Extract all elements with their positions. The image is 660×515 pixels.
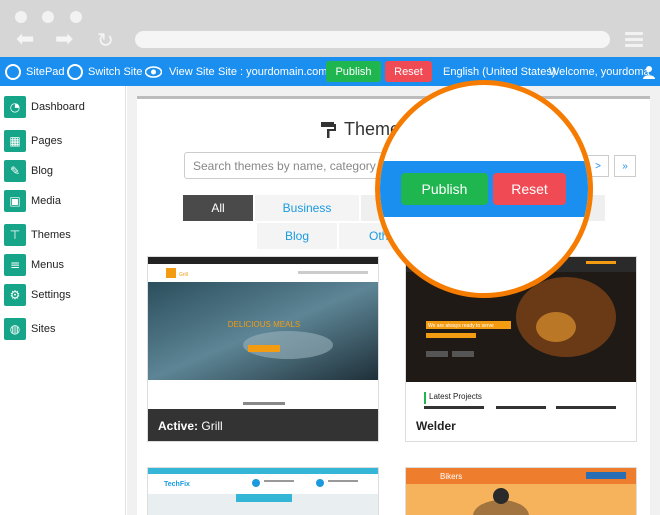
address-bar[interactable] (135, 31, 610, 48)
paint-roller-icon: ⊤ (4, 224, 26, 246)
theme-caption: Welder (406, 409, 636, 441)
eye-icon (145, 65, 162, 78)
publish-button[interactable]: Publish (326, 61, 381, 82)
media-icon: ▣ (4, 190, 26, 212)
dashboard-icon: ◔ (4, 96, 26, 118)
pages-icon: ▦ (4, 130, 26, 152)
zoomed-reset-button[interactable]: Reset (493, 173, 566, 205)
hamburger-menu-icon[interactable] (625, 32, 643, 47)
banner-text: We are always ready to serve (428, 323, 494, 329)
window-dot (42, 11, 54, 23)
window-dot (15, 11, 27, 23)
theme-card-techfix[interactable]: TechFix (147, 467, 379, 515)
active-label: Active: (158, 418, 199, 433)
sidebar-item-menus[interactable]: ≡ Menus (4, 254, 64, 276)
sidebar-item-label: Menus (31, 259, 65, 271)
menus-icon: ≡ (4, 254, 26, 276)
sidebar-item-label: Sites (31, 323, 56, 335)
sidebar-item-media[interactable]: ▣ Media (4, 190, 61, 212)
hero-text: DELICIOUS MEALS (228, 320, 300, 329)
sidebar-item-label: Pages (31, 135, 63, 147)
theme-thumbnail: TechFix (148, 468, 378, 515)
sidebar: ◔ Dashboard ▦ Pages ✎ Blog ▣ Media ⊤ The… (0, 86, 126, 515)
zoomed-publish-button[interactable]: Publish (401, 173, 488, 205)
switch-site-link[interactable]: Switch Site (67, 57, 142, 86)
tab-business[interactable]: Business (255, 195, 359, 221)
browser-chrome: ⬅ ➡ ↻ (0, 0, 660, 57)
blog-icon: ✎ (4, 160, 26, 182)
globe-icon: ◍ (4, 318, 26, 340)
view-site-label: View Site (169, 65, 215, 78)
techfix-logo-text: TechFix (164, 481, 190, 488)
sidebar-item-label: Dashboard (31, 101, 85, 113)
sidebar-item-sites[interactable]: ◍ Sites (4, 318, 55, 340)
sidebar-item-dashboard[interactable]: ◔ Dashboard (4, 96, 85, 118)
section-title: Latest Projects (429, 392, 482, 401)
theme-caption: Active: Grill (148, 409, 378, 441)
theme-thumbnail: Grill DELICIOUS MEALS (148, 257, 378, 409)
refresh-icon[interactable]: ↻ (97, 30, 114, 50)
sidebar-item-pages[interactable]: ▦ Pages (4, 130, 62, 152)
sidebar-item-label: Blog (31, 165, 54, 177)
brand-link[interactable]: SitePad (5, 57, 65, 86)
sitepad-logo-icon (5, 63, 21, 80)
site-domain: Site : yourdomain.com (218, 65, 328, 78)
view-site-link[interactable]: View Site (145, 57, 215, 86)
theme-card-bikers[interactable]: Bikers (405, 467, 637, 515)
grill-logo-text: Grill (179, 272, 188, 278)
paint-roller-icon (321, 121, 336, 138)
theme-name: Welder (416, 418, 456, 433)
sidebar-item-label: Media (31, 195, 61, 207)
sidebar-item-blog[interactable]: ✎ Blog (4, 160, 53, 182)
forward-arrow-icon[interactable]: ➡ (55, 29, 73, 51)
theme-name: Grill (201, 418, 223, 433)
reset-button[interactable]: Reset (385, 61, 432, 82)
tab-blog[interactable]: Blog (257, 223, 337, 249)
sidebar-item-label: Themes (31, 229, 71, 241)
zoom-magnifier: Publish Reset (375, 80, 593, 298)
theme-thumbnail: Bikers (406, 468, 636, 515)
theme-card-grill[interactable]: Grill DELICIOUS MEALS Active: Grill (147, 256, 379, 442)
sidebar-item-themes[interactable]: ⊤ Themes (4, 224, 71, 246)
window-dot (70, 11, 82, 23)
sidebar-item-settings[interactable]: ⚙ Settings (4, 284, 71, 306)
back-arrow-icon[interactable]: ⬅ (16, 29, 34, 51)
bikers-logo-text: Bikers (440, 472, 462, 481)
brand-label: SitePad (26, 65, 65, 78)
gear-icon: ⚙ (4, 284, 26, 306)
tab-all[interactable]: All (183, 195, 253, 221)
welcome-user[interactable]: Welcome, yourdoma (549, 57, 650, 86)
user-icon[interactable] (642, 57, 656, 86)
last-page-button[interactable]: » (614, 155, 636, 177)
switch-site-label: Switch Site (88, 65, 143, 78)
top-toolbar: SitePad Switch Site View Site Site : you… (0, 57, 660, 86)
sidebar-item-label: Settings (31, 289, 71, 301)
globe-icon (67, 63, 83, 80)
